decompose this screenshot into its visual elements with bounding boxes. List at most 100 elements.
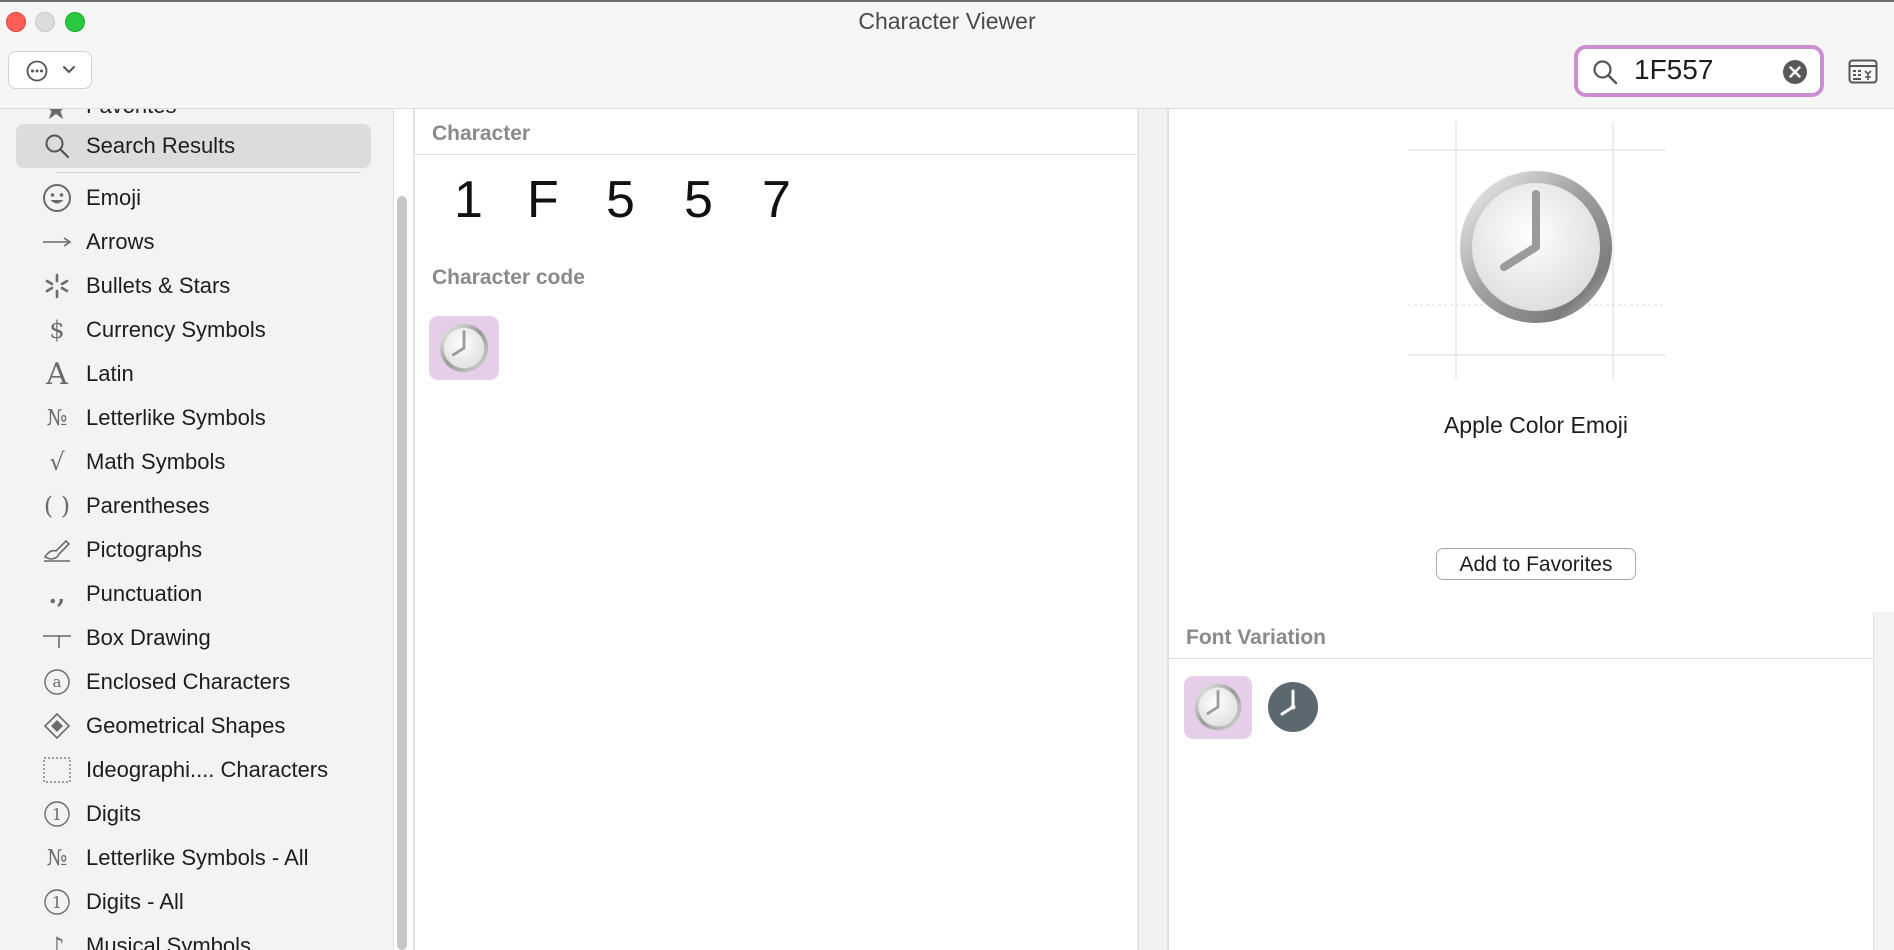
sidebar-item-label: Box Drawing bbox=[86, 625, 211, 650]
circled-one-icon: 1 bbox=[40, 885, 74, 919]
sidebar-item-label: Math Symbols bbox=[86, 449, 226, 474]
sidebar-item-bullets-stars[interactable]: Bullets & Stars bbox=[0, 267, 390, 307]
sidebar-item-label: Letterlike Symbols bbox=[86, 405, 266, 430]
clear-search-icon[interactable] bbox=[1782, 59, 1808, 85]
sidebar-item-punctuation[interactable]: ., Punctuation bbox=[0, 575, 390, 615]
music-note-icon: ♪ bbox=[49, 932, 65, 950]
sidebar-item-latin[interactable]: A Latin bbox=[0, 355, 390, 395]
sidebar-border bbox=[393, 109, 394, 950]
sidebar-item-digits[interactable]: 1 Digits bbox=[0, 795, 390, 835]
font-name-label: Apple Color Emoji bbox=[1443, 412, 1629, 438]
sidebar-item-pictographs[interactable]: Pictographs bbox=[0, 531, 390, 571]
sidebar-item-emoji[interactable]: Emoji bbox=[0, 179, 390, 219]
sidebar-item-label: Geometrical Shapes bbox=[86, 713, 286, 738]
sidebar-item-musical-symbols[interactable]: ♪ Musical Symbols bbox=[0, 927, 390, 950]
numero-icon: № bbox=[46, 845, 68, 871]
sidebar-item-enclosed-characters[interactable]: a Enclosed Characters bbox=[0, 663, 390, 703]
smiley-icon bbox=[40, 181, 74, 215]
chevron-down-icon bbox=[63, 66, 75, 73]
square-root-icon: √ bbox=[49, 448, 65, 476]
category-sidebar[interactable]: Favorites Search Results Emoji Arrows Bu… bbox=[0, 109, 394, 950]
svg-text:a: a bbox=[53, 673, 62, 691]
character-section-title: Character bbox=[432, 122, 531, 145]
sidebar-item-arrows[interactable]: Arrows bbox=[0, 223, 390, 263]
sidebar-item-digits-all[interactable]: 1 Digits - All bbox=[0, 883, 390, 923]
panel-gutter bbox=[1139, 109, 1167, 950]
sidebar-item-letterlike-symbols[interactable]: № Letterlike Symbols bbox=[0, 399, 390, 439]
sidebar-item-label: Arrows bbox=[86, 229, 155, 254]
sidebar-item-label: Latin bbox=[86, 361, 134, 386]
search-icon bbox=[1593, 60, 1618, 85]
star-icon bbox=[48, 109, 64, 119]
clock-emoji-icon bbox=[1194, 683, 1242, 731]
sidebar-item-label: Digits bbox=[86, 801, 142, 826]
clock-result-tile[interactable] bbox=[429, 316, 499, 380]
result-character[interactable]: 1 bbox=[454, 170, 483, 230]
result-character[interactable]: F bbox=[527, 170, 559, 230]
character-code-section-title: Character code bbox=[432, 266, 585, 289]
sidebar-item-box-drawing[interactable]: Box Drawing bbox=[0, 619, 390, 659]
results-panel bbox=[413, 109, 1139, 950]
font-variation-clock-glyph[interactable] bbox=[1267, 681, 1319, 733]
font-variation-section-title: Font Variation bbox=[1186, 626, 1327, 649]
diamond-icon bbox=[40, 709, 74, 743]
sidebar-item-label: Search Results bbox=[86, 133, 236, 158]
panel-divider bbox=[413, 109, 415, 950]
section-divider bbox=[415, 154, 1137, 155]
parentheses-icon: ( ) bbox=[43, 492, 71, 520]
dotted-square-icon bbox=[40, 753, 74, 787]
sidebar-item-favorites[interactable]: Favorites bbox=[86, 109, 176, 119]
circled-one-icon: 1 bbox=[40, 797, 74, 831]
sidebar-item-letterlike-symbols-all[interactable]: № Letterlike Symbols - All bbox=[0, 839, 390, 879]
sidebar-item-label: Pictographs bbox=[86, 537, 203, 562]
add-to-favorites-button[interactable]: Add to Favorites bbox=[1436, 548, 1636, 580]
sidebar-item-label: Musical Symbols bbox=[86, 933, 252, 950]
result-character[interactable]: 5 bbox=[606, 170, 635, 230]
sidebar-item-search-results[interactable]: Search Results bbox=[16, 124, 371, 168]
sidebar-item-label: Bullets & Stars bbox=[86, 273, 231, 298]
sidebar-item-parentheses[interactable]: ( ) Parentheses bbox=[0, 487, 390, 527]
section-divider bbox=[1169, 658, 1873, 659]
search-icon bbox=[45, 134, 70, 159]
result-character[interactable]: 5 bbox=[684, 170, 713, 230]
panel-divider bbox=[1167, 109, 1169, 950]
toolbar: Character Viewer bbox=[0, 0, 1894, 109]
writing-hand-icon bbox=[40, 533, 74, 567]
sidebar-item-geometrical-shapes[interactable]: Geometrical Shapes bbox=[0, 707, 390, 747]
numero-icon: № bbox=[46, 405, 68, 431]
arrow-icon bbox=[40, 225, 74, 259]
sidebar-item-label: Parentheses bbox=[86, 493, 210, 518]
search-field[interactable] bbox=[1574, 45, 1824, 97]
box-drawing-icon bbox=[40, 621, 74, 655]
glyph-preview bbox=[1408, 122, 1666, 380]
sidebar-divider bbox=[56, 172, 361, 173]
sidebar-item-label: Digits - All bbox=[86, 889, 184, 914]
window-top-edge bbox=[0, 0, 1894, 2]
panel-gutter bbox=[1874, 612, 1894, 950]
sidebar-item-label: Letterlike Symbols - All bbox=[86, 845, 309, 870]
sidebar-item-math-symbols[interactable]: √ Math Symbols bbox=[0, 443, 390, 483]
svg-text:1: 1 bbox=[52, 805, 62, 824]
circled-a-icon: a bbox=[40, 665, 74, 699]
result-character[interactable]: 7 bbox=[762, 170, 791, 230]
window-title: Character Viewer bbox=[858, 8, 1036, 34]
sidebar-item-label: Emoji bbox=[86, 185, 142, 210]
search-input[interactable] bbox=[1634, 55, 1764, 85]
action-menu-button[interactable] bbox=[8, 51, 92, 89]
svg-text:1: 1 bbox=[52, 893, 62, 912]
ellipsis-circle-icon bbox=[26, 60, 48, 82]
sidebar-item-currency-symbols[interactable]: $ Currency Symbols bbox=[0, 311, 390, 351]
font-variation-color-emoji[interactable] bbox=[1184, 676, 1252, 739]
sidebar-item-label: Enclosed Characters bbox=[86, 669, 291, 694]
dollar-icon: $ bbox=[49, 316, 65, 344]
sidebar-item-label: Currency Symbols bbox=[86, 317, 266, 342]
sidebar-scrollbar[interactable] bbox=[397, 196, 407, 950]
sidebar-item-label: Punctuation bbox=[86, 581, 203, 606]
asterisk-icon bbox=[40, 269, 74, 303]
sidebar-item-ideographic-characters[interactable]: Ideographi.... Characters bbox=[0, 751, 390, 791]
clock-emoji-icon bbox=[439, 323, 489, 373]
punctuation-icon: ., bbox=[48, 579, 66, 609]
sidebar-item-label: Ideographi.... Characters bbox=[86, 757, 329, 782]
latin-a-icon: A bbox=[46, 356, 68, 392]
keyboard-view-toggle-icon[interactable] bbox=[1848, 59, 1878, 85]
